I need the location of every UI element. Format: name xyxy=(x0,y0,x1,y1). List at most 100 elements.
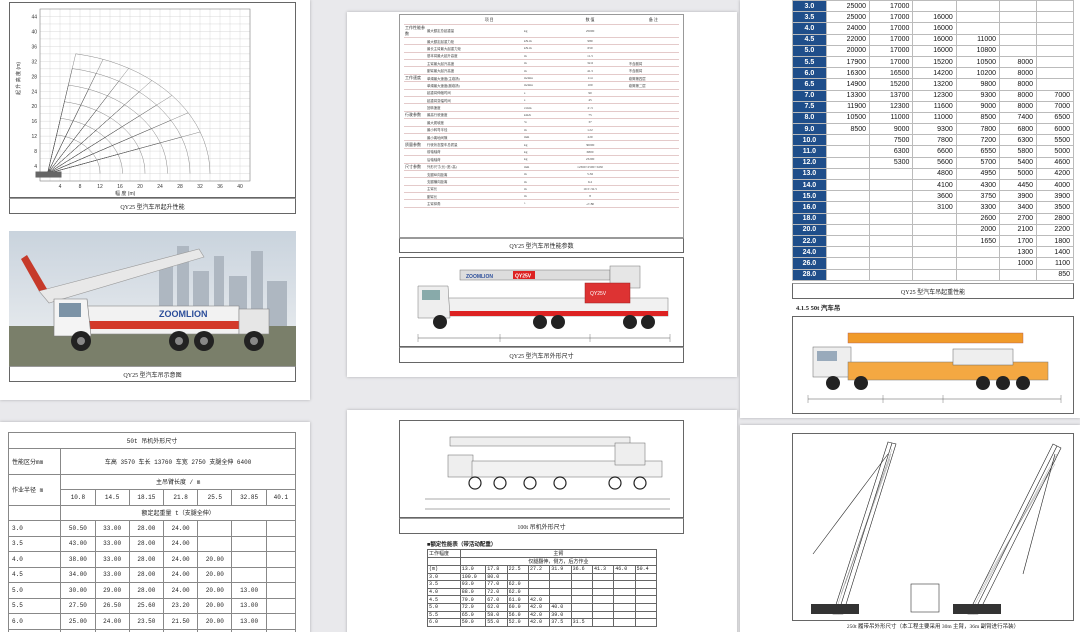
t50-cell: 28.00 xyxy=(128,535,164,552)
load-row: 3.5 25000 17000 16000 xyxy=(792,11,1074,24)
spec-cell: 90 xyxy=(552,89,628,98)
t100-cell: 77.0 xyxy=(485,580,508,589)
load-radius-cell: 4.0 xyxy=(792,22,827,35)
spec-group-cell: 工作性能参数 xyxy=(404,24,426,38)
load-value-cell: 8500 xyxy=(955,111,1001,125)
crane-50t-drawing xyxy=(792,316,1074,414)
load-radius-cell: 18.0 xyxy=(792,212,827,225)
load-radius-cell: 5.5 xyxy=(792,55,827,69)
spec-cell: 外形尺寸(长×宽×高) xyxy=(426,163,524,171)
t50-cell: 33.00 xyxy=(94,566,130,583)
spec-cell: kN.m xyxy=(523,44,553,53)
spec-group-cell: 工作速度 xyxy=(404,74,426,83)
spec-row: 副臂长 m 8 xyxy=(404,192,679,201)
t50-boom-length: 10.8 xyxy=(60,489,96,506)
load-value-cell xyxy=(955,0,1001,13)
spec-cell: kg xyxy=(523,148,553,157)
load-value-cell: 10500 xyxy=(825,111,871,125)
table-100t: 工作幅度 主臂 仅腿翻伸，侧方，后方作业 (m) 13.0 17.8 22.5 27.2 31.… xyxy=(427,549,658,627)
spec-cell: 最小离地间隙 xyxy=(426,133,524,142)
load-value-cell: 24000 xyxy=(825,22,871,35)
spec-cell xyxy=(627,148,679,157)
t100-row: 3.0 100.0 80.0 xyxy=(427,572,658,582)
t100-cell: 5.0 xyxy=(427,602,461,612)
load-value-cell xyxy=(825,234,871,248)
spec-group-cell: 尺寸参数 xyxy=(404,163,426,171)
load-radius-cell: 24.0 xyxy=(792,246,827,259)
load-value-cell: 2800 xyxy=(1036,212,1074,225)
load-radius-cell: 3.0 xyxy=(792,0,827,13)
load-value-cell: 6550 xyxy=(955,145,1001,158)
spec-row: 单绳最大速度(副卷扬) m/min 100 卷筒第二层 xyxy=(404,81,679,90)
t100-cell: 4.0 xyxy=(427,587,461,597)
spec-group-cell xyxy=(404,155,426,164)
t100-cell: 55.0 xyxy=(485,618,508,627)
outline-model-text: QY25V xyxy=(515,274,532,280)
spec-cell xyxy=(627,185,679,194)
spec-row: 主臂最大起升高度 m 32.6 不含副臂 xyxy=(404,59,679,68)
spec-cell xyxy=(627,177,679,186)
t100-boom: 22.5 xyxy=(506,565,529,574)
t50-cell: 24.00 xyxy=(162,582,199,599)
t100-cell xyxy=(591,618,615,627)
t50-cell xyxy=(265,520,297,537)
t100-blank xyxy=(427,557,461,566)
load-radius-cell: 14.0 xyxy=(792,178,827,192)
spec-cell: 不含副臂 xyxy=(627,59,679,68)
load-value-cell: 3100 xyxy=(912,201,957,214)
load-value-cell xyxy=(999,0,1038,13)
load-value-cell xyxy=(999,44,1038,57)
t100-cell xyxy=(549,580,572,589)
spec-row: 主臂仰角 ° -2~80 xyxy=(404,199,679,208)
t50-cell: 24.00 xyxy=(162,535,199,552)
load-row: 24.0 1300 1400 xyxy=(792,246,1074,259)
load-value-cell: 13200 xyxy=(912,78,957,91)
y-axis-label: 起 升 高 度 (m) xyxy=(15,62,22,95)
boom-line xyxy=(47,80,153,174)
t50-cell: 29.00 xyxy=(94,582,130,599)
t100-cell xyxy=(634,618,658,627)
t50-cell: 28.00 xyxy=(128,582,164,599)
t100-cell: 59.0 xyxy=(459,618,487,627)
load-value-cell: 25000 xyxy=(825,0,871,13)
load-radius-cell: 10.0 xyxy=(792,134,827,147)
spec-cell: 最大额定总起重量 xyxy=(426,24,524,38)
t50-cell: 24.00 xyxy=(162,551,199,568)
t50-cell: 33.00 xyxy=(94,520,130,537)
load-value-cell: 4000 xyxy=(1036,178,1074,192)
x-tick-label: 4 xyxy=(59,184,62,190)
spec-group-cell xyxy=(404,96,426,105)
load-value-cell: 5800 xyxy=(999,145,1038,158)
load-value-cell: 6300 xyxy=(999,134,1038,147)
t100-cell: 80.0 xyxy=(485,572,508,582)
t50-cell: 24.00 xyxy=(94,613,130,630)
load-row: 20.0 2000 2100 2200 xyxy=(792,223,1074,236)
y-tick-label: 20 xyxy=(31,104,37,110)
y-tick-label: 32 xyxy=(31,59,37,65)
spec-cell: 支腿纵向距离 xyxy=(426,170,524,179)
t100-boom: 13.0 xyxy=(459,565,487,574)
t100-cell: 39.0 xyxy=(549,610,572,620)
load-value-cell: 1400 xyxy=(1036,246,1074,259)
spec-group-cell xyxy=(404,118,426,127)
crawler-svg xyxy=(793,434,1073,620)
spec-cell: m xyxy=(523,170,553,179)
spec-row: 最小转弯半径 m ≤22 xyxy=(404,126,679,134)
spec-row: 支腿纵向距离 m 5.36 xyxy=(404,170,679,179)
load-value-cell: 3400 xyxy=(999,201,1038,214)
spec-group-cell: 行驶参数 xyxy=(404,111,426,120)
t50-row: 5.0 30.00 29.00 28.00 24.00 20.00 13.00 xyxy=(7,582,297,599)
load-value-cell: 1000 xyxy=(999,257,1038,270)
load-value-cell: 3500 xyxy=(1036,201,1074,214)
spec-cell xyxy=(627,126,679,134)
load-value-cell: 9300 xyxy=(912,123,957,136)
y-tick-label: 40 xyxy=(31,29,37,35)
t100-cell: 93.0 xyxy=(459,580,487,589)
spec-group-cell xyxy=(404,66,426,75)
t50-cell: 25.60 xyxy=(128,597,164,614)
t100-cell: 88.0 xyxy=(459,587,487,597)
t50-cell xyxy=(265,582,297,599)
load-value-cell xyxy=(869,234,914,248)
x-tick-label: 20 xyxy=(137,184,143,190)
spec-cell: ° xyxy=(523,199,553,208)
